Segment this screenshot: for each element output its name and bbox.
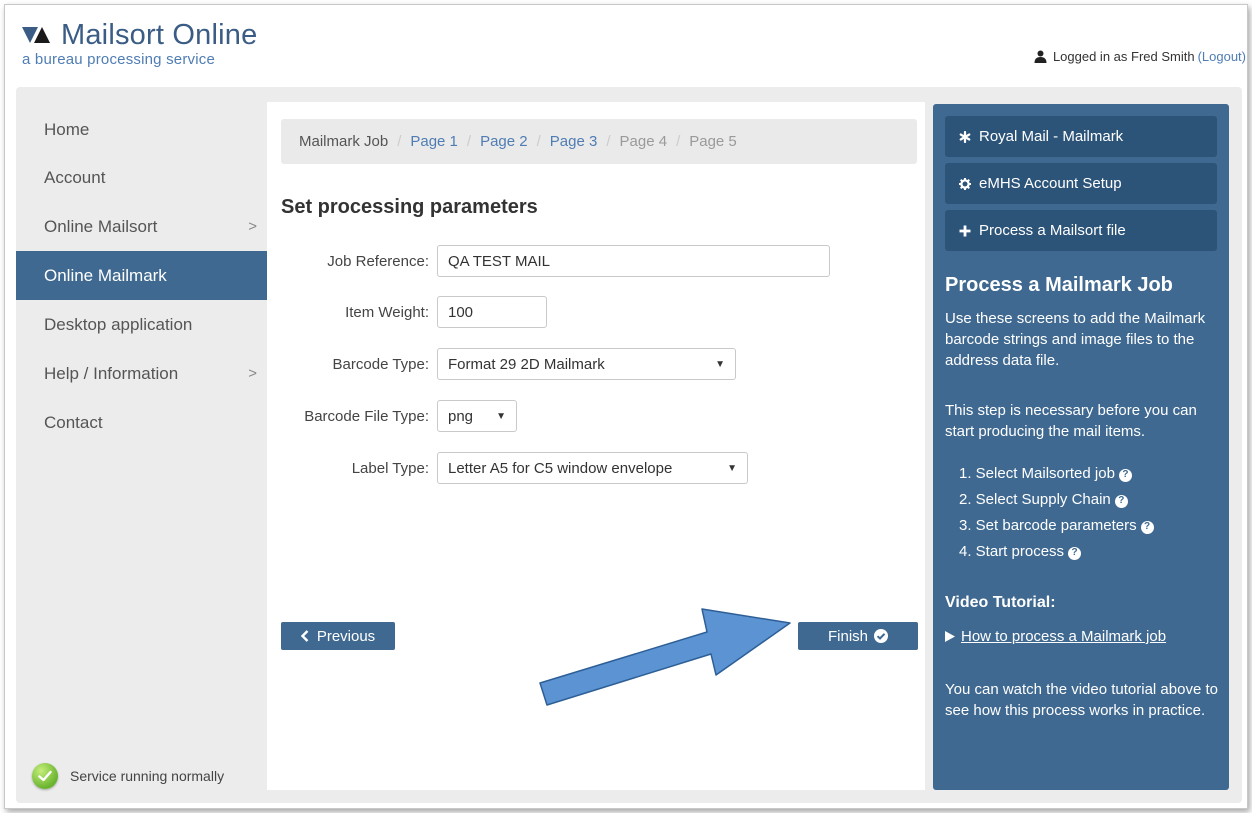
previous-button[interactable]: Previous [281, 622, 395, 650]
list-item: 3. Set barcode parameters? [959, 513, 1154, 539]
right-panel-title: Process a Mailmark Job [945, 274, 1173, 296]
right-panel-intro: Use these screens to add the Mailmark ba… [945, 310, 1206, 369]
dropdown-arrow-icon: ▼ [496, 410, 506, 422]
barcode-type-label: Barcode Type: [332, 355, 429, 373]
breadcrumb-separator: / [676, 133, 681, 150]
label-type-select[interactable]: Letter A5 for C5 window envelope ▼ [437, 452, 748, 484]
check-circle-icon [874, 629, 888, 643]
breadcrumb-item-page-2[interactable]: Page 2 [480, 133, 528, 150]
breadcrumb-item-page-4: Page 4 [619, 133, 668, 150]
breadcrumb-item-page-1[interactable]: Page 1 [410, 133, 458, 150]
logout-link[interactable]: (Logout) [1198, 49, 1246, 64]
item-weight-label: Item Weight: [345, 303, 429, 321]
question-circle-icon[interactable]: ? [1118, 468, 1132, 482]
sidebar-item-label: Help / Information [44, 363, 179, 383]
finish-button[interactable]: Finish [798, 622, 918, 650]
sidebar-item-label: Home [44, 119, 90, 139]
steps-list: 1. Select Mailsorted job? 2. Select Supp… [959, 461, 1154, 565]
breadcrumb-separator: / [606, 133, 611, 150]
sidebar-item-online-mailsort[interactable]: Online Mailsort > [16, 202, 267, 251]
barcode-file-type-select[interactable]: png ▼ [437, 400, 517, 432]
sidebar: Home Account Online Mailsort > Online Ma… [16, 87, 267, 803]
label-type-value: Letter A5 for C5 window envelope [448, 459, 673, 477]
breadcrumb-separator: / [397, 133, 402, 150]
sidebar-item-desktop-application[interactable]: Desktop application [16, 300, 267, 349]
asterisk-icon [959, 130, 971, 143]
logged-in-text: Logged in as Fred Smith [1052, 49, 1195, 64]
check-circle-icon [32, 763, 58, 789]
sidebar-item-home[interactable]: Home [16, 105, 267, 154]
logo-subtitle: a bureau processing service [22, 51, 216, 68]
list-item: 1. Select Mailsorted job? [959, 461, 1154, 487]
logo[interactable]: Mailsort Online a bureau processing serv… [22, 20, 257, 68]
barcode-type-row: Barcode Type: Format 29 2D Mailmark ▼ [267, 348, 736, 380]
breadcrumb-separator: / [536, 133, 541, 150]
sidebar-item-label: Account [44, 167, 106, 187]
login-info: Logged in as Fred Smith (Logout) [1034, 49, 1246, 64]
barcode-file-type-value: png [448, 407, 474, 425]
job-reference-input[interactable]: QA TEST MAIL [437, 245, 830, 277]
label-type-label: Label Type: [351, 459, 429, 477]
sidebar-item-contact[interactable]: Contact [16, 398, 267, 447]
chevron-right-icon: > [248, 365, 257, 382]
play-icon [945, 631, 955, 642]
finish-button-label: Finish [827, 627, 868, 645]
list-item: 4. Start process? [959, 539, 1154, 565]
dropdown-arrow-icon: ▼ [727, 462, 737, 474]
process-mailsort-file-label: Process a Mailsort file [979, 222, 1126, 239]
gear-icon [959, 177, 971, 190]
page-heading: Set processing parameters [281, 196, 538, 218]
question-circle-icon[interactable]: ? [1140, 520, 1154, 534]
logo-title: Mailsort Online [61, 19, 258, 51]
breadcrumb-item-page-3[interactable]: Page 3 [550, 133, 598, 150]
item-weight-input[interactable]: 100 [437, 296, 547, 328]
sidebar-item-online-mailmark[interactable]: Online Mailmark [16, 251, 267, 300]
royal-mail-mailmark-link[interactable]: Royal Mail - Mailmark [945, 116, 1217, 157]
list-item: 2. Select Supply Chain? [959, 487, 1154, 513]
barcode-file-type-row: Barcode File Type: png ▼ [267, 400, 517, 432]
barcode-file-type-label: Barcode File Type: [304, 407, 429, 425]
previous-button-label: Previous [316, 627, 376, 645]
main-container: Home Account Online Mailsort > Online Ma… [16, 87, 1242, 803]
dropdown-arrow-icon: ▼ [715, 358, 725, 370]
sidebar-item-label: Desktop application [44, 314, 193, 334]
barcode-type-value: Format 29 2D Mailmark [448, 355, 605, 373]
label-type-row: Label Type: Letter A5 for C5 window enve… [267, 452, 748, 484]
process-mailsort-file-link[interactable]: Process a Mailsort file [945, 210, 1217, 251]
royal-mail-mailmark-label: Royal Mail - Mailmark [979, 128, 1124, 145]
question-circle-icon[interactable]: ? [1114, 494, 1128, 508]
sidebar-item-account[interactable]: Account [16, 153, 267, 202]
chevron-left-icon [300, 630, 309, 642]
breadcrumb-separator: / [466, 133, 472, 150]
question-circle-icon[interactable]: ? [1068, 546, 1082, 560]
emhs-account-setup-link[interactable]: eMHS Account Setup [945, 163, 1217, 204]
video-tutorial-link-label: How to process a Mailmark job [961, 628, 1167, 645]
sidebar-item-label: Contact [44, 412, 103, 432]
emhs-account-setup-label: eMHS Account Setup [979, 175, 1122, 192]
logo-triangles-icon [22, 25, 58, 45]
annotation-arrow-icon [539, 608, 791, 706]
video-tutorial-link[interactable]: How to process a Mailmark job [945, 628, 1166, 645]
chevron-right-icon: > [248, 218, 257, 235]
breadcrumb: Mailmark Job / Page 1 / Page 2 / Page 3 … [281, 119, 917, 164]
item-weight-row: Item Weight: 100 [267, 296, 547, 328]
breadcrumb-item-mailmark-job[interactable]: Mailmark Job [299, 133, 388, 150]
breadcrumb-item-page-5: Page 5 [689, 133, 737, 150]
video-tutorial-text: You can watch the video tutorial above t… [945, 681, 1218, 719]
sidebar-item-help-information[interactable]: Help / Information > [16, 349, 267, 398]
service-status-text: Service running normally [70, 768, 225, 784]
sidebar-item-label: Online Mailsort [44, 216, 158, 236]
right-panel-note: This step is necessary before you can st… [945, 402, 1197, 440]
service-status: Service running normally [32, 763, 224, 789]
content-panel: Mailmark Job / Page 1 / Page 2 / Page 3 … [267, 102, 925, 790]
user-icon [1034, 50, 1047, 63]
plus-icon [959, 225, 971, 237]
right-panel: Royal Mail - Mailmark eMHS Account Setup [933, 104, 1229, 790]
barcode-type-select[interactable]: Format 29 2D Mailmark ▼ [437, 348, 736, 380]
job-reference-row: Job Reference: QA TEST MAIL [267, 245, 830, 277]
video-tutorial-title: Video Tutorial: [945, 594, 1056, 611]
sidebar-item-label: Online Mailmark [44, 265, 167, 285]
job-reference-label: Job Reference: [327, 252, 429, 270]
